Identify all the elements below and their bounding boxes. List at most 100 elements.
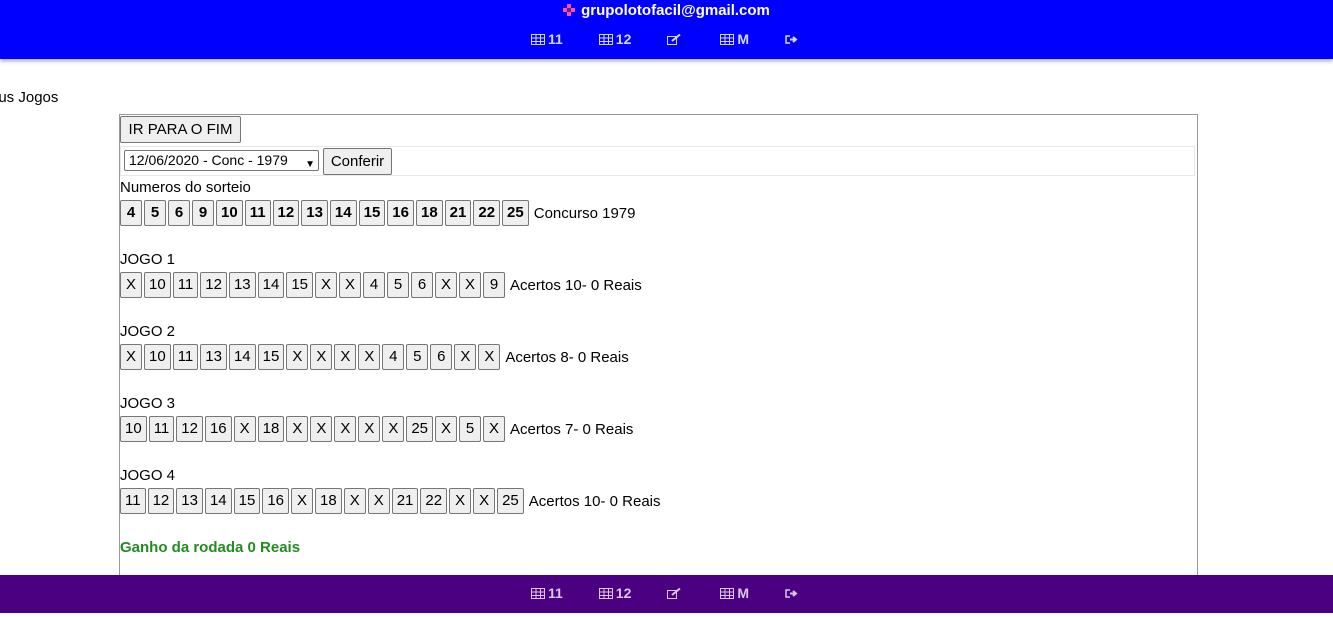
number-ball[interactable]: 11 [120,488,146,514]
number-ball[interactable]: 18 [415,200,443,226]
number-ball[interactable]: X [382,416,405,442]
number-ball[interactable]: X [449,488,472,514]
number-ball[interactable]: 4 [363,272,386,298]
number-ball[interactable]: 16 [262,488,290,514]
number-ball[interactable]: 25 [502,200,529,226]
number-ball[interactable]: 22 [420,488,448,514]
number-ball[interactable]: 12 [176,416,203,442]
number-ball[interactable]: 4 [120,200,142,226]
number-ball[interactable]: 15 [286,272,314,298]
number-ball[interactable]: X [435,272,458,298]
number-ball[interactable]: 12 [200,272,227,298]
number-ball[interactable]: 12 [147,488,175,514]
number-ball[interactable]: 16 [204,416,232,442]
number-ball[interactable]: 6 [168,200,190,226]
nav-item-m[interactable]: M [720,585,749,601]
table-icon [530,33,545,45]
number-ball[interactable]: 15 [257,344,285,370]
goto-end-button[interactable]: IR PARA O FIM [120,116,241,143]
number-ball[interactable]: 11 [172,344,199,370]
number-ball[interactable]: 11 [244,200,271,226]
number-ball[interactable]: X [343,488,366,514]
contest-select-row: 12/06/2020 - Conc - 1979 ▼ Conferir [120,146,1195,176]
number-ball[interactable]: X [454,344,477,370]
number-ball[interactable]: X [310,416,333,442]
number-ball[interactable]: X [286,344,309,370]
number-ball[interactable]: 4 [382,344,405,370]
number-ball[interactable]: X [120,272,142,298]
nav-item-12[interactable]: 12 [598,585,632,601]
number-ball[interactable]: X [286,416,309,442]
nav-item-edit[interactable] [667,31,684,47]
number-ball[interactable]: X [339,272,362,298]
nav-item-edit[interactable] [667,585,684,601]
number-ball[interactable]: 18 [257,416,285,442]
number-ball[interactable]: X [334,344,357,370]
number-ball[interactable]: 13 [301,200,328,226]
game-label: JOGO 4 [120,467,176,484]
number-ball[interactable]: 18 [315,488,342,514]
number-ball[interactable]: 10 [120,416,147,442]
number-ball[interactable]: X [478,344,501,370]
number-ball[interactable]: X [358,416,381,442]
number-ball[interactable]: 13 [176,488,203,514]
nav-item-m[interactable]: M [720,31,749,47]
number-ball[interactable]: 11 [148,416,175,442]
number-ball[interactable]: 12 [272,200,300,226]
number-ball[interactable]: 21 [444,200,472,226]
number-ball[interactable]: 14 [204,488,232,514]
number-ball[interactable]: X [473,488,496,514]
nav-item-11[interactable]: 11 [530,585,563,601]
nav-item-12[interactable]: 12 [598,31,631,47]
number-ball[interactable]: 5 [406,344,429,370]
nav-item-sign-out[interactable] [785,31,802,47]
top-nav: 11 12 M [0,31,1333,47]
user-email-row: grupolotofacil@gmail.com [0,2,1333,19]
number-ball[interactable]: 9 [192,200,214,226]
number-ball[interactable]: X [291,488,314,514]
nav-item-11[interactable]: 11 [530,31,563,47]
number-ball[interactable]: 22 [473,200,501,226]
number-ball[interactable]: 15 [358,200,386,226]
number-ball[interactable]: 11 [172,272,199,298]
number-ball[interactable]: X [367,488,390,514]
number-ball[interactable]: 14 [329,200,357,226]
chevron-down-icon: ▼ [305,159,315,170]
number-ball[interactable]: X [459,272,482,298]
user-icon [563,4,576,16]
number-ball[interactable]: 10 [216,200,243,226]
number-ball[interactable]: 15 [233,488,261,514]
number-ball[interactable]: X [483,416,506,442]
number-ball[interactable]: 14 [257,272,285,298]
number-ball[interactable]: 25 [406,416,434,442]
number-ball[interactable]: 10 [144,344,171,370]
number-ball[interactable]: 9 [483,272,506,298]
number-ball[interactable]: 13 [200,344,227,370]
number-ball[interactable]: 5 [387,272,410,298]
number-ball[interactable]: X [358,344,381,370]
number-ball[interactable]: X [315,272,338,298]
number-ball[interactable]: X [120,344,142,370]
nav-item-sign-out[interactable] [785,585,802,601]
number-ball[interactable]: 13 [228,272,256,298]
number-ball[interactable]: X [310,344,333,370]
number-ball[interactable]: 14 [228,344,256,370]
game-result: Acertos 10- 0 Reais [528,492,661,510]
number-ball[interactable]: 5 [144,200,166,226]
number-ball[interactable]: 6 [411,272,434,298]
check-button[interactable]: Conferir [323,148,392,175]
number-ball[interactable]: X [233,416,256,442]
nav-item-label: 12 [615,585,632,601]
number-ball[interactable]: 25 [497,488,524,514]
bottom-nav: 11 12 M [0,585,1333,601]
number-ball[interactable]: 16 [387,200,414,226]
number-ball[interactable]: 5 [459,416,482,442]
number-ball[interactable]: X [435,416,458,442]
number-ball[interactable]: X [334,416,357,442]
bottom-navbar: 11 12 M [0,575,1333,613]
number-ball[interactable]: 10 [144,272,171,298]
game-label: JOGO 1 [120,251,176,268]
number-ball[interactable]: 6 [430,344,453,370]
contest-select[interactable]: 12/06/2020 - Conc - 1979 ▼ [124,150,319,171]
number-ball[interactable]: 21 [391,488,419,514]
